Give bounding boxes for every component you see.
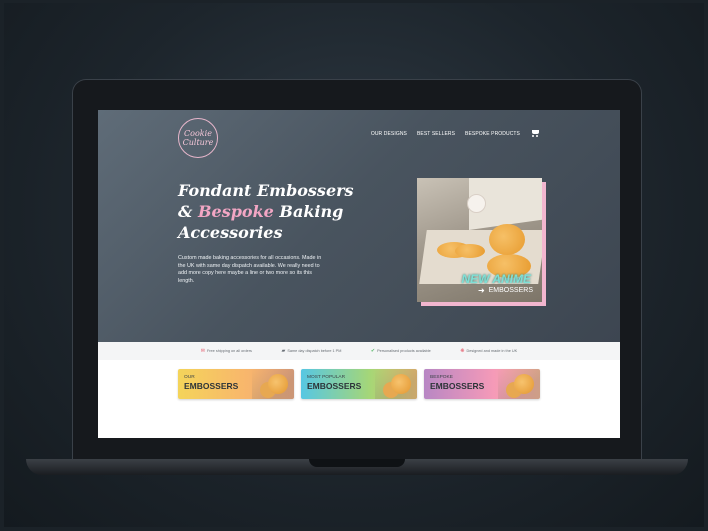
- hero-title-line-2: & Bespoke Baking: [178, 201, 378, 222]
- feature-same-day-dispatch: ▰ Same day dispatch before 1 PM: [281, 347, 342, 354]
- cookie-culture-logo[interactable]: Cookie Culture: [178, 118, 218, 158]
- feature-text: Personalised products available: [377, 349, 431, 353]
- cookie-image: [489, 224, 525, 255]
- card-title: NEW ANIME: [461, 272, 531, 286]
- hero-section: Cookie Culture OUR DESIGNS BEST SELLERS …: [98, 110, 620, 342]
- banner-title: EMBOSSERS: [184, 381, 239, 391]
- hero-title-line-1: Fondant Embossers: [178, 181, 354, 200]
- cookie-image: [391, 374, 411, 394]
- truck-icon: ▰: [281, 347, 286, 354]
- new-anime-embossers-card[interactable]: NEW ANIME ➜ EMBOSSERS: [417, 178, 542, 302]
- nav-our-designs[interactable]: OUR DESIGNS: [371, 131, 407, 137]
- mockup-background: Cookie Culture OUR DESIGNS BEST SELLERS …: [4, 3, 704, 527]
- laptop-screen: Cookie Culture OUR DESIGNS BEST SELLERS …: [98, 110, 620, 438]
- logo-line-2: Culture: [182, 138, 214, 147]
- hero-title-baking: Baking: [273, 202, 344, 221]
- cart-icon[interactable]: [530, 129, 540, 138]
- feature-text: Free shipping on all orders: [206, 349, 252, 353]
- feature-personalised: ✔ Personalised products available: [370, 347, 431, 354]
- hero-title-bespoke: Bespoke: [198, 202, 274, 221]
- banner-eyebrow: MOST POPULAR: [307, 375, 346, 380]
- envelope-icon: ✉: [200, 347, 205, 354]
- main-nav: OUR DESIGNS BEST SELLERS BESPOKE PRODUCT…: [371, 129, 540, 138]
- nav-best-sellers[interactable]: BEST SELLERS: [417, 131, 455, 137]
- box-sticker-image: [467, 194, 486, 213]
- card-cta[interactable]: ➜ EMBOSSERS: [478, 286, 533, 295]
- category-bespoke-embossers[interactable]: BESPOKE EMBOSSERS: [424, 369, 540, 399]
- cookie-image: [514, 374, 534, 394]
- hero-title: Fondant Embossers & Bespoke Baking Acces…: [178, 180, 378, 243]
- feature-text: Same day dispatch before 1 PM: [287, 349, 342, 353]
- cookie-image: [268, 374, 288, 394]
- nav-bespoke-products[interactable]: BESPOKE PRODUCTS: [465, 131, 520, 137]
- hero-title-line-3: Accessories: [178, 223, 283, 242]
- card-cta-label: EMBOSSERS: [488, 287, 533, 294]
- category-our-embossers[interactable]: OUR EMBOSSERS: [178, 369, 294, 399]
- banner-title: EMBOSSERS: [307, 381, 362, 391]
- banner-eyebrow: OUR: [184, 375, 195, 380]
- check-icon: ✔: [370, 347, 376, 354]
- banner-title: EMBOSSERS: [430, 381, 485, 391]
- feature-free-shipping: ✉ Free shipping on all orders: [200, 347, 252, 354]
- logo-line-1: Cookie: [184, 129, 212, 138]
- hero-title-amp: &: [178, 202, 199, 221]
- flower-icon: ❋: [460, 347, 465, 354]
- cookie-image: [455, 244, 485, 258]
- feature-made-in-uk: ❋ Designed and made in the UK: [460, 347, 518, 354]
- features-bar: ✉ Free shipping on all orders ▰ Same day…: [98, 342, 620, 360]
- arrow-right-icon: ➜: [477, 286, 485, 295]
- category-most-popular-embossers[interactable]: MOST POPULAR EMBOSSERS: [301, 369, 417, 399]
- laptop-notch: [309, 459, 405, 467]
- hero-description: Custom made baking accessories for all o…: [178, 255, 322, 284]
- feature-text: Designed and made in the UK: [466, 349, 518, 353]
- banner-eyebrow: BESPOKE: [430, 375, 453, 380]
